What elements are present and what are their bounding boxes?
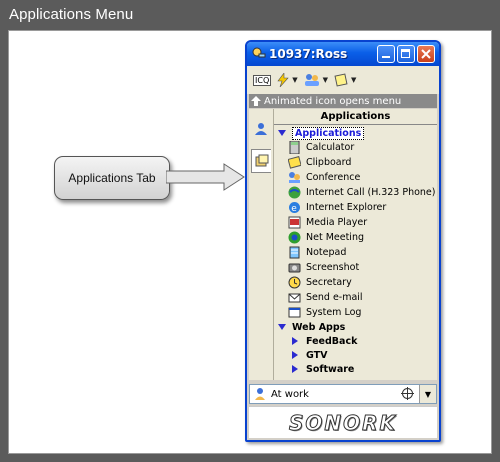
- chevron-down-icon: ▼: [424, 389, 432, 399]
- arrow-up-icon: [251, 96, 261, 106]
- expand-icon: [278, 130, 286, 136]
- list-item-label: Media Player: [306, 216, 368, 228]
- internet-call-icon: [288, 186, 301, 198]
- lightning-icon: [277, 73, 289, 87]
- users-button[interactable]: ▼: [304, 73, 328, 87]
- net-meeting-icon: [288, 231, 301, 243]
- minimize-icon: [382, 56, 390, 58]
- list-item-gtv[interactable]: GTV: [292, 348, 327, 362]
- list-item-label: Screenshot: [306, 261, 360, 273]
- applications-icon: [255, 154, 268, 167]
- list-item-label: System Log: [306, 306, 362, 318]
- tree-group-web-apps[interactable]: Web Apps: [278, 320, 345, 334]
- lightning-button[interactable]: ▼: [277, 73, 298, 87]
- tab-contacts[interactable]: [251, 117, 271, 141]
- hint-text: Animated icon opens menu: [264, 95, 402, 107]
- status-dropdown-button[interactable]: ▼: [419, 385, 436, 403]
- list-item-system-log[interactable]: System Log: [288, 305, 361, 319]
- list-item-label: Clipboard: [306, 156, 352, 168]
- maximize-icon: [401, 49, 410, 58]
- list-item-net-meeting[interactable]: Net Meeting: [288, 230, 364, 244]
- minimize-button[interactable]: [377, 45, 395, 63]
- callout-box: Applications Tab: [54, 156, 170, 200]
- system-log-icon: [288, 307, 301, 317]
- list-item-screenshot[interactable]: Screenshot: [288, 260, 359, 274]
- clipboard-icon: [288, 155, 301, 169]
- list-item-label: Conference: [306, 171, 361, 183]
- toolbar: ICQ ▼ ▼ ▼: [247, 66, 439, 94]
- title-bar[interactable]: 10937:Ross: [247, 42, 439, 66]
- media-player-icon: [288, 216, 301, 228]
- notes-button[interactable]: ▼: [334, 73, 356, 87]
- tree-root-label: Applications: [292, 126, 365, 140]
- tab-column: [249, 109, 274, 380]
- tree-root-applications[interactable]: Applications: [278, 126, 365, 140]
- list-item-internet-call[interactable]: Internet Call (H.323 Phone): [288, 185, 435, 199]
- window-title: 10937:Ross: [269, 47, 348, 61]
- list-item-label: Notepad: [306, 246, 347, 258]
- svg-text:e: e: [291, 204, 297, 214]
- target-icon[interactable]: [401, 387, 414, 400]
- list-item-label: Calculator: [306, 141, 355, 153]
- status-user-icon: [255, 388, 265, 400]
- email-icon: [288, 293, 301, 302]
- list-item-media-player[interactable]: Media Player: [288, 215, 367, 229]
- users-icon: [304, 74, 319, 86]
- icq-label: ICQ: [253, 74, 272, 86]
- list-item-label: Internet Call (H.323 Phone): [306, 186, 436, 198]
- list-item-clipboard[interactable]: Clipboard: [288, 155, 351, 169]
- list-item-secretary[interactable]: Secretary: [288, 275, 352, 289]
- status-selector[interactable]: At work ▼: [249, 384, 437, 404]
- list-item-internet-explorer[interactable]: e Internet Explorer: [288, 200, 386, 214]
- chevron-down-icon: ▼: [322, 76, 329, 84]
- callout-arrow-icon: [166, 163, 245, 191]
- sonork-logo: SONORK: [288, 410, 398, 435]
- collapsed-icon: [292, 337, 298, 345]
- list-item-send-email[interactable]: Send e-mail: [288, 290, 363, 304]
- secretary-icon: [288, 276, 301, 288]
- list-item-label: Net Meeting: [306, 231, 364, 243]
- maximize-button[interactable]: [397, 45, 415, 63]
- chevron-down-icon: ▼: [351, 76, 357, 84]
- list-item-label: Software: [306, 363, 355, 375]
- list-item-label: Internet Explorer: [306, 201, 387, 213]
- callout-text: Applications Tab: [68, 171, 156, 185]
- screenshot-icon: [288, 263, 301, 272]
- internet-explorer-icon: e: [289, 201, 300, 214]
- collapsed-icon: [292, 351, 298, 359]
- logo-area: SONORK: [249, 406, 437, 438]
- status-label: At work: [271, 388, 309, 400]
- chevron-down-icon: ▼: [292, 76, 298, 84]
- user-key-icon: [252, 47, 266, 58]
- collapsed-icon: [292, 365, 298, 373]
- list-item-label: Secretary: [306, 276, 352, 288]
- list-item-notepad[interactable]: Notepad: [288, 245, 346, 259]
- list-item-conference[interactable]: Conference: [288, 170, 360, 184]
- calculator-icon: [289, 140, 300, 154]
- tab-applications[interactable]: [251, 149, 271, 173]
- list-item-calculator[interactable]: Calculator: [288, 140, 354, 154]
- contact-icon: [255, 123, 267, 135]
- conference-icon: [289, 171, 300, 183]
- list-item-label: Send e-mail: [306, 291, 363, 303]
- list-item-label: GTV: [306, 349, 328, 361]
- applications-panel: Applications Applications Calculator Cli…: [274, 109, 437, 380]
- app-window: 10937:Ross ICQ ▼ ▼ ▼ Animated icon opens…: [245, 40, 441, 442]
- hint-bar: Animated icon opens menu: [249, 94, 437, 108]
- notepad-icon: [289, 246, 300, 258]
- icq-button[interactable]: ICQ: [253, 74, 272, 86]
- page-title: Applications Menu: [9, 6, 134, 23]
- list-item-label: FeedBack: [306, 335, 358, 347]
- expand-icon: [278, 324, 286, 330]
- panel-header: Applications: [274, 109, 437, 125]
- list-item-software[interactable]: Software: [292, 362, 354, 376]
- notes-icon: [334, 73, 348, 87]
- close-icon: [421, 49, 431, 59]
- web-apps-label: Web Apps: [292, 321, 346, 333]
- close-button[interactable]: [417, 45, 435, 63]
- list-item-feedback[interactable]: FeedBack: [292, 334, 357, 348]
